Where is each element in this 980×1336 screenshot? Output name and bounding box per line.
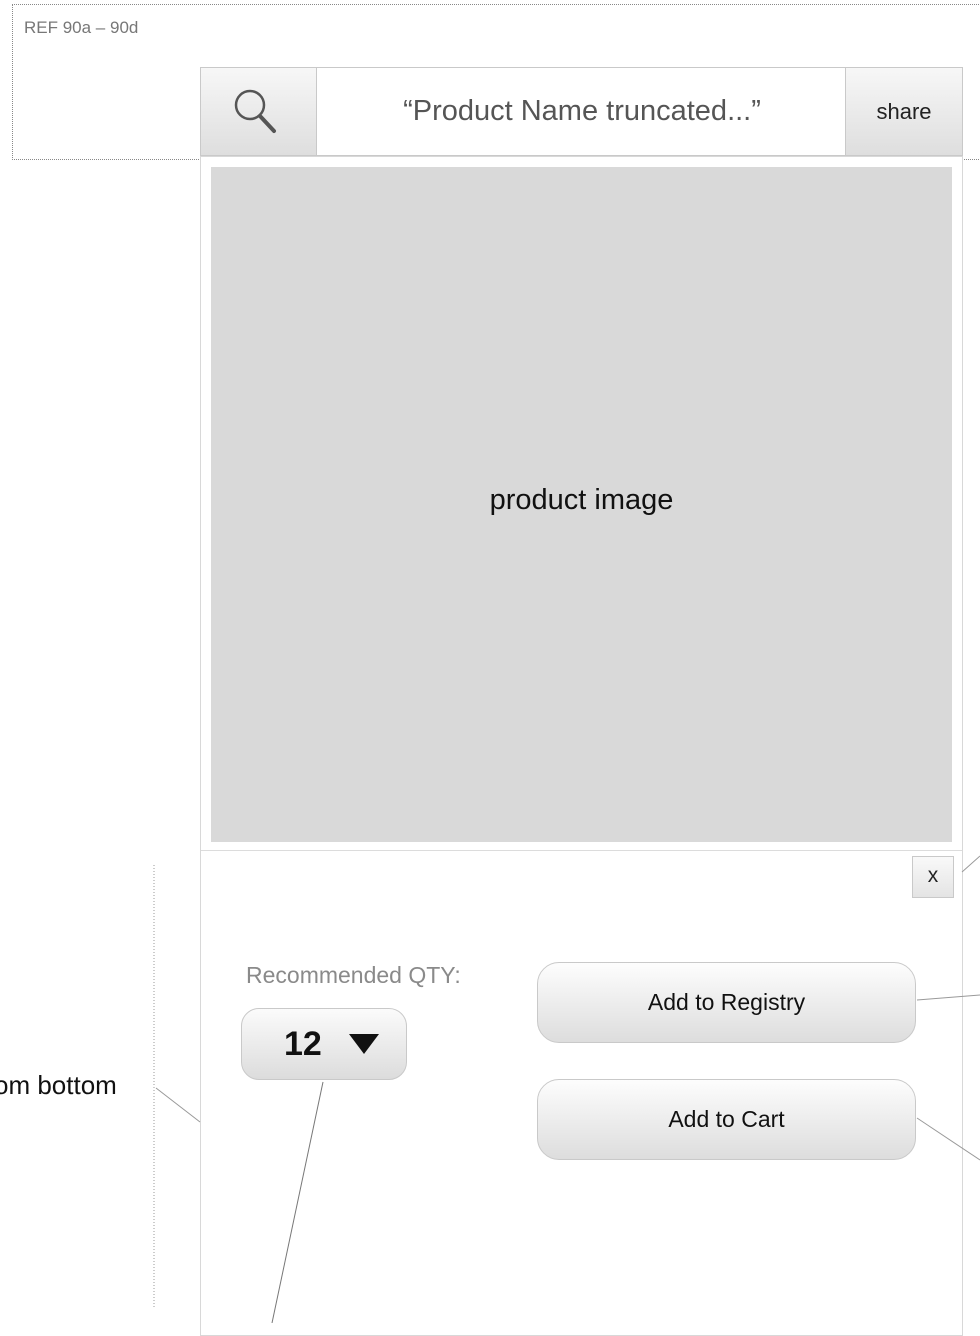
annotation-lines [153,855,980,1323]
close-callout-line [961,855,980,873]
cart-callout-line [916,1117,980,1161]
annotation-leader-line [155,1087,201,1123]
registry-callout-line [916,994,980,1001]
qty-callout-line [271,1081,324,1323]
